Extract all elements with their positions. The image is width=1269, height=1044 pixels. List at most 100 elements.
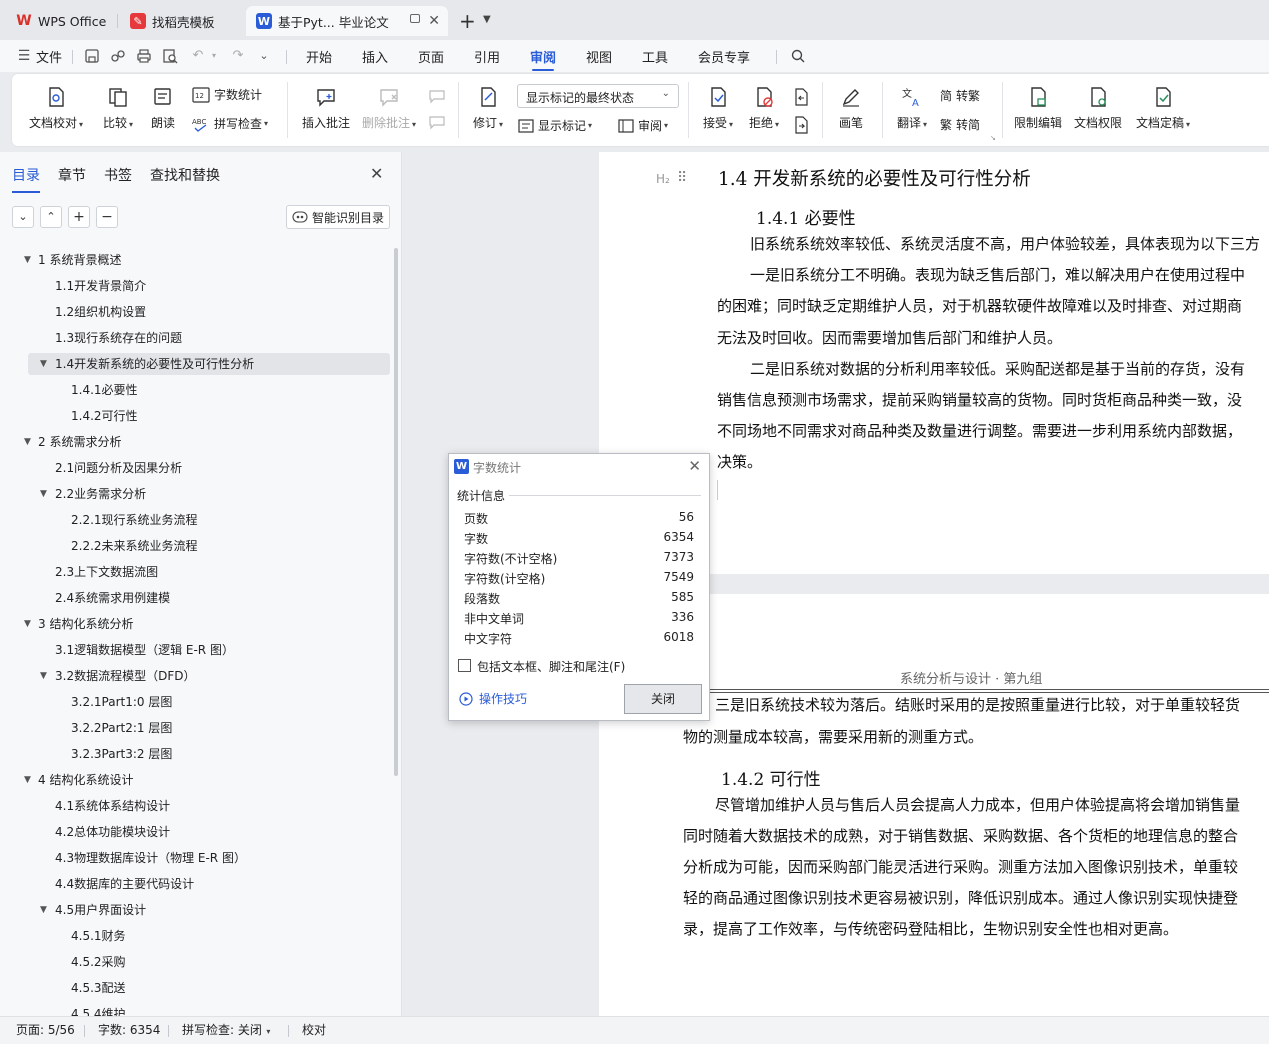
compare-button[interactable]: 比较 ▾ xyxy=(98,86,138,131)
toc-item[interactable]: 3.2.2Part2:1 层图 xyxy=(0,717,390,739)
delete-comment-button[interactable]: 删除批注 ▾ xyxy=(358,86,420,131)
menu-view[interactable]: 视图 xyxy=(586,47,612,66)
toc-item[interactable]: 2.3上下文数据流图 xyxy=(0,561,390,583)
drag-handle-icon[interactable]: ⠿ xyxy=(677,170,687,186)
markup-state-select[interactable]: 显示标记的最终状态 ⌄ xyxy=(517,84,679,108)
toc-item[interactable]: 2.2.2未来系统业务流程 xyxy=(0,535,390,557)
toc-item[interactable]: ▼ 2 系统需求分析 xyxy=(0,431,390,453)
toc-item[interactable]: ▼ 4.5用户界面设计 xyxy=(0,899,390,921)
menu-home[interactable]: 开始 xyxy=(306,47,332,66)
toc-item[interactable]: 3.2.3Part3:2 层图 xyxy=(0,743,390,765)
toc-item[interactable]: 1.3现行系统存在的问题 xyxy=(0,327,390,349)
doc-permission-button[interactable]: 文档权限 xyxy=(1072,86,1124,131)
menu-insert[interactable]: 插入 xyxy=(362,47,388,66)
toc-item[interactable]: 4.5.1财务 xyxy=(0,925,390,947)
toc-item[interactable]: 4.5.3配送 xyxy=(0,977,390,999)
toc-item[interactable]: 4.5.4维护 xyxy=(0,1003,390,1016)
restrict-edit-button[interactable]: 限制编辑 xyxy=(1012,86,1064,131)
expand-arrow-icon[interactable]: ▼ xyxy=(24,431,31,453)
print-icon[interactable] xyxy=(136,48,152,64)
toc-item[interactable]: 1.4.1必要性 xyxy=(0,379,390,401)
toc-item[interactable]: 2.4系统需求用例建模 xyxy=(0,587,390,609)
smart-toc-button[interactable]: 智能识别目录 xyxy=(286,205,390,229)
toc-item[interactable]: 2.1问题分析及因果分析 xyxy=(0,457,390,479)
spell-check-indicator[interactable]: 拼写检查: 关闭 ▾ xyxy=(182,1021,270,1038)
accept-button[interactable]: 接受 ▾ xyxy=(698,86,738,131)
menu-review[interactable]: 审阅 xyxy=(530,47,556,71)
toc-item[interactable]: 4.3物理数据库设计（物理 E-R 图） xyxy=(0,847,390,869)
toc-item[interactable]: ▼ 3.2数据流程模型（DFD） xyxy=(0,665,390,687)
toc-item[interactable]: ▼ 1.4开发新系统的必要性及可行性分析 xyxy=(28,353,390,375)
close-button[interactable]: 关闭 xyxy=(624,684,702,714)
expand-arrow-icon[interactable]: ▼ xyxy=(24,769,31,791)
collapse-icon[interactable]: ⌄ xyxy=(12,206,34,228)
spell-check-button[interactable]: ABC 拼写检查 ▾ xyxy=(192,115,268,132)
menu-references[interactable]: 引用 xyxy=(474,47,500,66)
pen-button[interactable]: 画笔 xyxy=(834,86,868,131)
toc-item[interactable]: 3.2.1Part1:0 层图 xyxy=(0,691,390,713)
word-count-button[interactable]: 12 字数统计 xyxy=(192,86,262,103)
hamburger-icon[interactable]: ☰ xyxy=(16,48,32,64)
previous-comment-icon[interactable] xyxy=(428,88,446,104)
chevron-down-icon[interactable]: ▼ xyxy=(483,14,491,25)
tips-link[interactable]: 操作技巧 xyxy=(459,690,527,707)
link-icon[interactable] xyxy=(110,48,126,64)
toc-item[interactable]: 4.4数据库的主要代码设计 xyxy=(0,873,390,895)
undo-icon[interactable]: ↶ xyxy=(190,48,206,64)
toc-item[interactable]: 4.2总体功能模块设计 xyxy=(0,821,390,843)
menu-file[interactable]: 文件 xyxy=(36,47,62,66)
tab-bookmarks[interactable]: 书签 xyxy=(104,165,132,185)
translate-button[interactable]: 文A 翻译 ▾ xyxy=(892,86,932,131)
expand-arrow-icon[interactable]: ▼ xyxy=(40,899,47,921)
toc-item[interactable]: ▼ 3 结构化系统分析 xyxy=(0,613,390,635)
toc-item[interactable]: 4.1系统体系结构设计 xyxy=(0,795,390,817)
previous-change-icon[interactable] xyxy=(792,88,810,106)
doc-finalize-button[interactable]: 文档定稿 ▾ xyxy=(1132,86,1194,131)
include-textbox-checkbox[interactable] xyxy=(458,659,471,672)
to-traditional-button[interactable]: 简 转繁 xyxy=(940,87,980,104)
toc-item[interactable]: 4.5.2采购 xyxy=(0,951,390,973)
show-markup-button[interactable]: 显示标记 ▾ xyxy=(518,117,592,134)
word-count-indicator[interactable]: 字数: 6354 xyxy=(98,1021,160,1038)
save-icon[interactable] xyxy=(84,48,100,64)
tab-sections[interactable]: 章节 xyxy=(58,165,86,185)
new-tab-icon[interactable]: + xyxy=(459,9,476,33)
next-comment-icon[interactable] xyxy=(428,114,446,130)
next-change-icon[interactable] xyxy=(792,116,810,134)
toc-item[interactable]: ▼ 2.2业务需求分析 xyxy=(0,483,390,505)
expand-icon[interactable]: ⌃ xyxy=(40,206,62,228)
insert-comment-button[interactable]: 插入批注 xyxy=(298,86,354,131)
menu-membership[interactable]: 会员专享 xyxy=(698,47,750,66)
redo-icon[interactable]: ↷ xyxy=(230,48,246,64)
tab-find-replace[interactable]: 查找和替换 xyxy=(150,165,220,185)
to-simplified-button[interactable]: 繁 转简 xyxy=(940,116,980,133)
search-icon[interactable] xyxy=(790,48,806,64)
proofread-indicator[interactable]: 校对 xyxy=(302,1021,326,1038)
expand-arrow-icon[interactable]: ▼ xyxy=(40,665,47,687)
toc-item[interactable]: 3.1逻辑数据模型（逻辑 E-R 图） xyxy=(0,639,390,661)
tab-docer[interactable]: ✎ 找稻壳模板 xyxy=(120,6,242,36)
toc-scrollbar[interactable] xyxy=(394,248,398,776)
tab-toc[interactable]: 目录 xyxy=(12,165,40,193)
toc-item[interactable]: 2.2.1现行系统业务流程 xyxy=(0,509,390,531)
expand-arrow-icon[interactable]: ▼ xyxy=(40,353,47,375)
chevron-down-icon[interactable]: ▾ xyxy=(206,48,222,64)
doc-check-button[interactable]: 文档校对 ▾ xyxy=(28,86,84,131)
page-indicator[interactable]: 页面: 5/56 xyxy=(16,1021,75,1038)
window-icon[interactable] xyxy=(410,14,420,23)
toc-item[interactable]: 1.1开发背景简介 xyxy=(0,275,390,297)
chevron-down-icon[interactable]: ⌄ xyxy=(256,48,272,64)
add-heading-icon[interactable]: + xyxy=(68,206,90,228)
review-pane-button[interactable]: 审阅 ▾ xyxy=(618,117,668,134)
read-aloud-button[interactable]: 朗读 xyxy=(148,86,178,131)
track-changes-button[interactable]: 修订 ▾ xyxy=(468,86,508,131)
tab-wps-office[interactable]: W WPS Office xyxy=(6,6,116,36)
toc-item[interactable]: ▼ 4 结构化系统设计 xyxy=(0,769,390,791)
expand-arrow-icon[interactable]: ▼ xyxy=(24,613,31,635)
expand-arrow-icon[interactable]: ▼ xyxy=(24,249,31,271)
menu-tools[interactable]: 工具 xyxy=(642,47,668,66)
remove-heading-icon[interactable]: − xyxy=(96,206,118,228)
menu-page[interactable]: 页面 xyxy=(418,47,444,66)
group-expand-icon[interactable]: ↘ xyxy=(990,134,996,142)
reject-button[interactable]: 拒绝 ▾ xyxy=(744,86,784,131)
